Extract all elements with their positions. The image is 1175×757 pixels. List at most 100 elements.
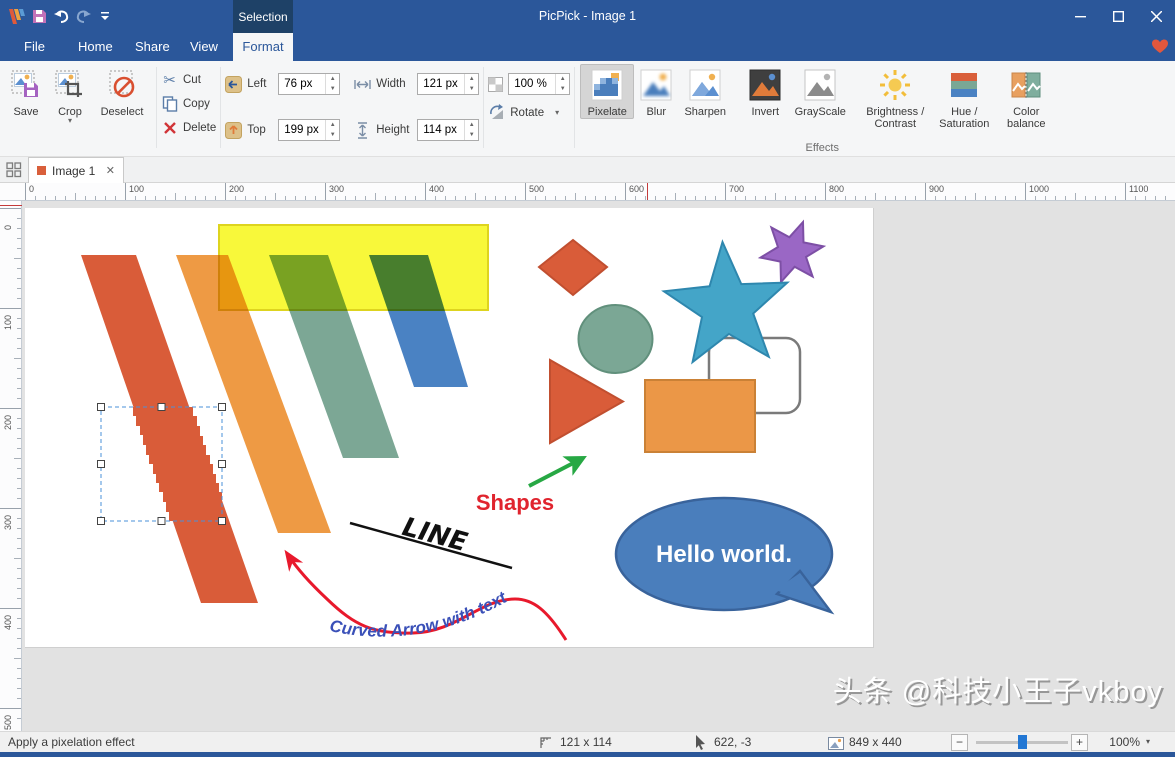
- zoom-slider-thumb[interactable]: [1018, 735, 1027, 749]
- group-selection-ops: Save Crop ▾ Deselect: [4, 64, 152, 156]
- grayscale-button[interactable]: GrayScale: [789, 64, 851, 119]
- top-spinner[interactable]: ▲▼: [325, 120, 339, 140]
- undo-icon[interactable]: [50, 6, 72, 26]
- canvas[interactable]: Shapes LINE Curved Arrow with text Hello…: [25, 208, 874, 648]
- zoom-dropdown-caret[interactable]: ▾: [1146, 732, 1150, 752]
- delete-icon: [161, 120, 178, 137]
- crop-dropdown-caret: ▾: [68, 118, 72, 124]
- left-spinner[interactable]: ▲▼: [325, 74, 339, 94]
- grayscale-label: GrayScale: [795, 106, 846, 118]
- height-spinner[interactable]: ▲▼: [464, 120, 478, 140]
- zoom-out-button[interactable]: −: [951, 734, 968, 751]
- width-spinner[interactable]: ▲▼: [464, 74, 478, 94]
- customize-qat-icon[interactable]: [94, 6, 116, 26]
- brightness-contrast-button[interactable]: Brightness / Contrast: [862, 64, 928, 131]
- canvas-drawing: Shapes LINE Curved Arrow with text Hello…: [25, 208, 874, 648]
- selection-size-value: 121 x 114: [560, 732, 612, 752]
- color-balance-label: Color balance: [1001, 106, 1051, 130]
- sharpen-label: Sharpen: [684, 106, 726, 118]
- rotate-button[interactable]: Rotate ▾: [488, 104, 559, 121]
- save-button[interactable]: Save: [5, 64, 47, 119]
- crop-icon: [53, 68, 87, 102]
- save-label: Save: [13, 106, 38, 118]
- redo-icon[interactable]: [72, 6, 94, 26]
- workspace: 0100200300400500: [0, 201, 1175, 731]
- scale-spinner[interactable]: ▲▼: [555, 74, 569, 94]
- group-effects: Pixelate Blur Sharpen Invert: [579, 64, 1065, 156]
- pixelate-button[interactable]: Pixelate: [580, 64, 634, 119]
- top-spinbox: ▲▼: [278, 119, 340, 141]
- doc-tab-close-icon[interactable]: ✕: [106, 164, 115, 177]
- zoom-slider-track[interactable]: [976, 741, 1068, 744]
- blur-button[interactable]: Blur: [636, 64, 676, 119]
- close-button[interactable]: [1137, 0, 1175, 33]
- height-input[interactable]: [418, 120, 464, 140]
- tab-view[interactable]: View: [178, 33, 230, 61]
- color-balance-icon: [1009, 68, 1043, 102]
- left-input[interactable]: [279, 74, 325, 94]
- rotate-icon: [488, 104, 505, 121]
- invert-button[interactable]: Invert: [743, 64, 787, 119]
- top-input[interactable]: [279, 120, 325, 140]
- deselect-label: Deselect: [101, 106, 144, 118]
- horizontal-ruler: 010020030040050060070080090010001100: [0, 183, 1175, 201]
- image-size-icon: [828, 736, 844, 756]
- vertical-ruler: 0100200300400500: [0, 201, 22, 731]
- zoom-level-value: 100%: [1098, 732, 1140, 752]
- copy-button[interactable]: Copy: [161, 94, 210, 114]
- pixelated-region: [101, 407, 229, 521]
- star6-purple-shape: [761, 222, 824, 282]
- delete-button[interactable]: Delete: [161, 118, 216, 138]
- minimize-button[interactable]: [1061, 0, 1099, 33]
- brightness-contrast-label: Brightness / Contrast: [863, 106, 927, 130]
- cut-button[interactable]: ✂ Cut: [161, 70, 201, 90]
- top-label: Top: [247, 124, 273, 136]
- hue-saturation-icon: [947, 68, 981, 102]
- heart-icon[interactable]: [1151, 38, 1169, 58]
- circle-shape: [579, 305, 653, 373]
- cut-label: Cut: [183, 74, 201, 86]
- hue-saturation-button[interactable]: Hue / Saturation: [930, 64, 998, 131]
- document-tab-strip: Image 1 ✕: [0, 157, 1175, 183]
- tab-list-grid-icon[interactable]: [6, 162, 22, 181]
- copy-icon: [161, 96, 178, 113]
- color-balance-button[interactable]: Color balance: [1000, 64, 1052, 131]
- maximize-button[interactable]: [1099, 0, 1137, 33]
- width-spinbox: ▲▼: [417, 73, 479, 95]
- delete-label: Delete: [183, 122, 216, 134]
- speech-bubble: Hello world.: [616, 498, 832, 612]
- height-icon: [354, 122, 371, 139]
- blur-label: Blur: [646, 106, 666, 118]
- copy-label: Copy: [183, 98, 210, 110]
- brightness-contrast-icon: [878, 68, 912, 102]
- tab-home[interactable]: Home: [66, 33, 125, 61]
- cursor-position-value: 622, -3: [714, 732, 751, 752]
- crop-button[interactable]: Crop ▾: [49, 64, 91, 125]
- top-icon: [225, 122, 242, 139]
- selection-size-icon: [538, 735, 553, 755]
- deselect-button[interactable]: Deselect: [93, 64, 151, 119]
- left-spinbox: ▲▼: [278, 73, 340, 95]
- height-label: Height: [376, 124, 412, 136]
- scale-row: ▲▼: [488, 73, 570, 95]
- doc-tab-icon: [37, 166, 46, 175]
- zoom-in-button[interactable]: +: [1071, 734, 1088, 751]
- save-icon: [9, 68, 43, 102]
- tab-file[interactable]: File: [12, 33, 57, 61]
- tab-format[interactable]: Format: [233, 33, 293, 61]
- context-tab-header: Selection: [233, 0, 293, 33]
- tab-share[interactable]: Share: [123, 33, 182, 61]
- title-bar: PicPick - Image 1 Selection: [0, 0, 1175, 33]
- invert-icon: [748, 68, 782, 102]
- invert-label: Invert: [751, 106, 779, 118]
- sharpen-button[interactable]: Sharpen: [678, 64, 732, 119]
- save-quick-icon[interactable]: [28, 6, 50, 26]
- width-input[interactable]: [418, 74, 464, 94]
- window-title: PicPick - Image 1: [0, 0, 1175, 33]
- scale-input[interactable]: [509, 74, 555, 94]
- rotate-dropdown-caret: ▾: [555, 110, 559, 116]
- line-label: LINE: [399, 512, 471, 558]
- doc-tab-image1[interactable]: Image 1 ✕: [28, 157, 124, 183]
- height-spinbox: ▲▼: [417, 119, 479, 141]
- height-field-row: Height ▲▼: [354, 119, 479, 141]
